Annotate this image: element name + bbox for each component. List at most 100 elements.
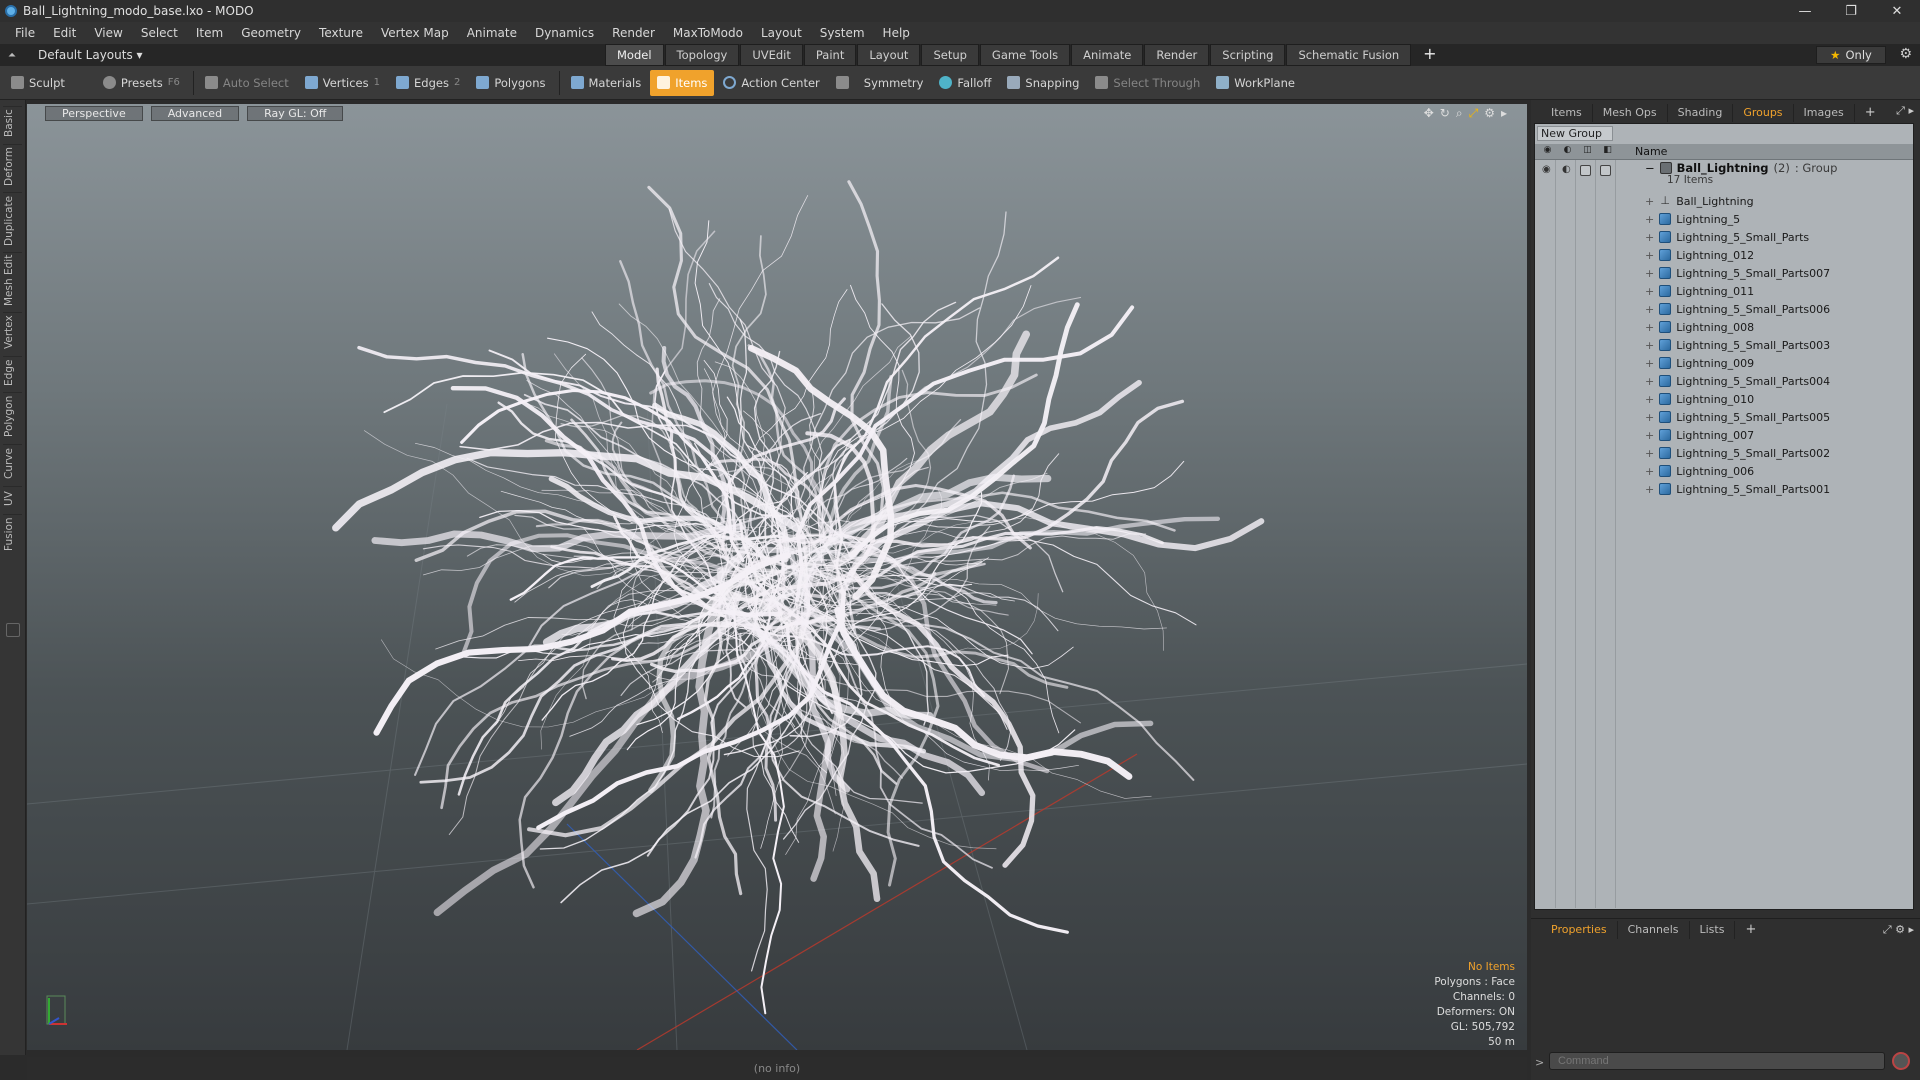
expand-arrow-icon[interactable]: + [1645,411,1654,424]
group-item-row[interactable]: + Lightning_009 [1645,354,1754,372]
group-item-row[interactable]: + Lightning_007 [1645,426,1754,444]
raygl-button[interactable]: Ray GL: Off [247,105,344,121]
add-panel-tab-icon[interactable]: + [1855,104,1886,122]
tab-shading[interactable]: Shading [1668,104,1734,122]
expand-arrow-icon[interactable]: + [1645,447,1654,460]
tab-game-tools[interactable]: Game Tools [979,44,1071,66]
menu-item[interactable]: Item [187,22,232,44]
tab-render[interactable]: Render [1144,44,1210,66]
tab-setup[interactable]: Setup [921,44,979,66]
group-select-checkbox[interactable] [1600,165,1611,176]
expand-arrow-icon[interactable]: + [1645,303,1654,316]
left-tab-fusion[interactable]: Fusion [3,514,22,554]
left-tab-curve[interactable]: Curve [3,444,22,482]
expand-arrow-icon[interactable]: + [1645,465,1654,478]
polygons-button[interactable]: Polygons [469,70,552,96]
menu-dynamics[interactable]: Dynamics [526,22,603,44]
menu-edit[interactable]: Edit [44,22,85,44]
fit-icon[interactable]: ⤢ [1469,106,1479,121]
viewport-settings-icon[interactable]: ⚙ [1484,106,1495,121]
materials-button[interactable]: Materials [564,70,649,96]
3d-viewport[interactable]: Perspective Advanced Ray GL: Off ✥ ↻ ⌕ ⤢… [27,104,1527,1050]
expand-arrow-icon[interactable]: + [1645,249,1654,262]
expand-arrow-icon[interactable]: + [1645,285,1654,298]
visibility-column-icon[interactable]: ◉ [1541,145,1554,158]
expand-arrow-icon[interactable]: + [1645,267,1654,280]
group-item-row[interactable]: + Lightning_5_Small_Parts006 [1645,300,1830,318]
expand-arrow-icon[interactable]: + [1645,321,1654,334]
command-run-button[interactable] [1892,1052,1910,1070]
group-item-row[interactable]: + Lightning_5_Small_Parts004 [1645,372,1830,390]
group-item-row[interactable]: + Lightning_006 [1645,462,1754,480]
tab-uvedit[interactable]: UVEdit [740,44,803,66]
menu-vertex-map[interactable]: Vertex Map [372,22,458,44]
group-item-row[interactable]: + Lightning_5_Small_Parts007 [1645,264,1830,282]
menu-help[interactable]: Help [874,22,919,44]
edges-button[interactable]: Edges 2 [389,70,467,96]
left-tab-duplicate[interactable]: Duplicate [3,192,22,248]
tab-groups[interactable]: Groups [1733,104,1794,122]
tab-layout[interactable]: Layout [857,44,921,66]
restore-button[interactable]: ❐ [1828,0,1874,22]
menu-file[interactable]: File [6,22,44,44]
tab-scripting[interactable]: Scripting [1210,44,1286,66]
group-item-row[interactable]: + Lightning_5_Small_Parts005 [1645,408,1830,426]
expand-arrow-icon[interactable]: + [1645,357,1654,370]
panel-expand-icon[interactable]: ⤢ ▸ [1896,104,1914,118]
left-tab-polygon[interactable]: Polygon [3,392,22,440]
menu-maxtomodo[interactable]: MaxToModo [664,22,752,44]
group-row[interactable]: − Ball_Lightning (2) : Group [1645,161,1837,175]
group-item-row[interactable]: + Lightning_010 [1645,390,1754,408]
pan-icon[interactable]: ✥ [1424,106,1434,121]
menu-animate[interactable]: Animate [458,22,526,44]
zoom-icon[interactable]: ⌕ [1456,106,1463,121]
render-column-icon[interactable]: ◐ [1561,145,1574,158]
expand-arrow-icon[interactable]: + [1645,231,1654,244]
auto-select-button[interactable]: Auto Select [198,70,296,96]
left-tab-basic[interactable]: Basic [3,106,22,140]
left-tab-mesh-edit[interactable]: Mesh Edit [3,252,22,308]
group-visibility-icon[interactable]: ◉ [1542,164,1551,175]
tab-model[interactable]: Model [605,44,664,66]
rotate-icon[interactable]: ↻ [1440,106,1450,121]
group-item-row[interactable]: + Lightning_5_Small_Parts [1645,228,1809,246]
properties-expand-icon[interactable]: ⤢ ⚙ ▸ [1883,923,1914,937]
only-button[interactable]: ★ Only [1816,46,1886,64]
menu-geometry[interactable]: Geometry [232,22,310,44]
menu-view[interactable]: View [85,22,131,44]
new-group-button[interactable]: New Group [1537,126,1613,141]
group-item-row[interactable]: + Lightning_5 [1645,210,1740,228]
expand-arrow-icon[interactable]: + [1645,393,1654,406]
left-tab-deform[interactable]: Deform [3,144,22,188]
group-item-row[interactable]: + Lightning_012 [1645,246,1754,264]
perspective-button[interactable]: Perspective [45,105,143,121]
tab-topology[interactable]: Topology [664,44,740,66]
left-tab-uv[interactable]: UV [3,486,22,510]
group-item-row[interactable]: + Lightning_5_Small_Parts003 [1645,336,1830,354]
left-tab-vertex[interactable]: Vertex [3,312,22,352]
tab-channels[interactable]: Channels [1618,921,1690,939]
group-item-row[interactable]: + Lightning_008 [1645,318,1754,336]
menu-layout[interactable]: Layout [752,22,811,44]
layout-dropdown[interactable]: Default Layouts ▾ [38,48,148,62]
tab-images[interactable]: Images [1794,104,1855,122]
add-tab-button[interactable]: + [1412,44,1447,66]
menu-render[interactable]: Render [603,22,664,44]
tab-items[interactable]: Items [1541,104,1593,122]
presets-button[interactable]: Presets F6 [96,70,187,96]
group-item-row[interactable]: + ⊥ Ball_Lightning [1645,192,1754,210]
layout-collapse-icon[interactable]: ⏶ [8,50,22,61]
symmetry-button[interactable]: Symmetry [829,70,931,96]
add-properties-tab-icon[interactable]: + [1735,921,1766,939]
action-center-button[interactable]: Action Center [716,70,826,96]
group-item-row[interactable]: + Lightning_5_Small_Parts002 [1645,444,1830,462]
sculpt-button[interactable]: Sculpt [4,70,72,96]
group-item-row[interactable]: + Lightning_5_Small_Parts001 [1645,480,1830,498]
tab-mesh-ops[interactable]: Mesh Ops [1593,104,1668,122]
expand-arrow-icon[interactable]: + [1645,375,1654,388]
expand-arrow-icon[interactable]: + [1645,195,1654,208]
group-render-icon[interactable]: ◐ [1562,164,1571,175]
menu-texture[interactable]: Texture [310,22,372,44]
expand-arrow-icon[interactable]: + [1645,429,1654,442]
collapse-arrow-icon[interactable]: − [1645,161,1655,175]
